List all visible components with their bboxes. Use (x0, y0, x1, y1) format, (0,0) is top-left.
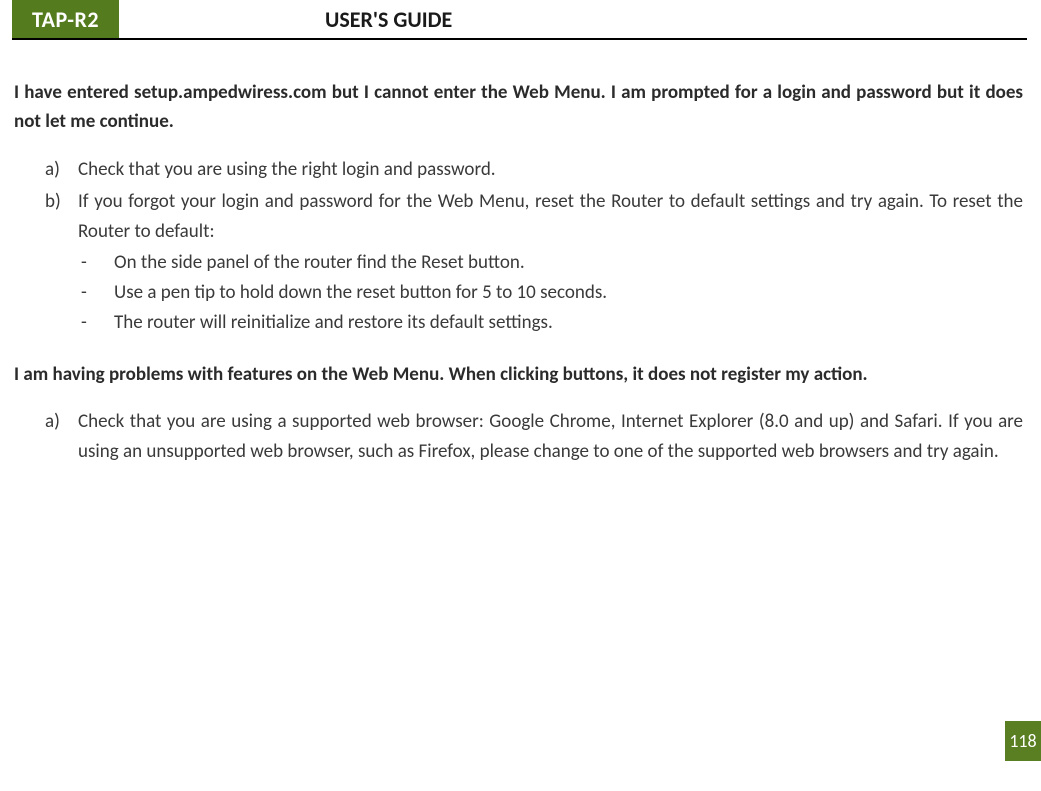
list-text: Check that you are using the right login… (78, 158, 496, 181)
document-header: TAP-R2 USER'S GUIDE (0, 0, 1041, 42)
list-marker: a) (45, 155, 60, 185)
guide-title: USER'S GUIDE (325, 6, 452, 33)
list-item: a) Check that you are using a supported … (78, 407, 1023, 467)
page-number: 118 (1005, 721, 1041, 761)
sub-list-item: On the side panel of the router find the… (114, 248, 1023, 278)
list-item: b) If you forgot your login and password… (78, 187, 1023, 338)
list-text: Check that you are using a supported web… (78, 410, 1023, 463)
list-text: If you forgot your login and password fo… (78, 190, 1023, 243)
product-tab: TAP-R2 (12, 0, 119, 38)
issue-heading-1: I have entered setup.ampedwiress.com but… (14, 78, 1023, 137)
issue-2-list: a) Check that you are using a supported … (14, 407, 1023, 467)
issue-1-list: a) Check that you are using the right lo… (14, 155, 1023, 338)
issue-heading-2: I am having problems with features on th… (14, 360, 1023, 389)
list-marker: a) (45, 407, 60, 437)
sub-list: On the side panel of the router find the… (78, 248, 1023, 338)
page-content: I have entered setup.ampedwiress.com but… (0, 42, 1041, 467)
list-marker: b) (45, 187, 61, 217)
list-item: a) Check that you are using the right lo… (78, 155, 1023, 185)
header-divider (12, 38, 1027, 40)
sub-list-item: The router will reinitialize and restore… (114, 308, 1023, 338)
sub-list-item: Use a pen tip to hold down the reset but… (114, 278, 1023, 308)
